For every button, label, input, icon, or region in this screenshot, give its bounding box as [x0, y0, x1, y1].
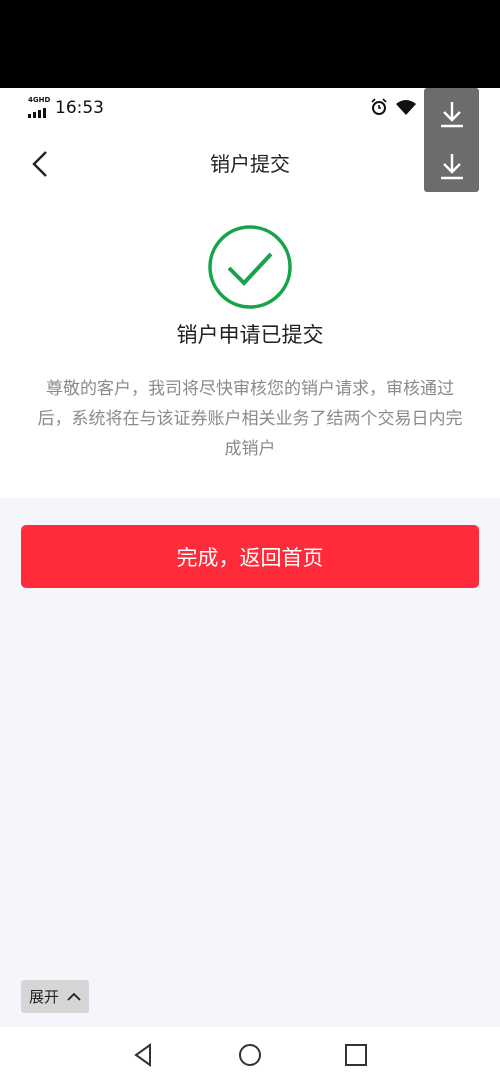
chevron-up-icon — [67, 992, 81, 1001]
nav-back-icon[interactable] — [130, 1041, 158, 1069]
top-black-bar — [0, 0, 500, 88]
expand-label: 展开 — [29, 988, 60, 1006]
network-type: 4GHD — [28, 96, 51, 104]
expand-button[interactable]: 展开 — [21, 980, 90, 1013]
download-button[interactable] — [424, 140, 479, 192]
download-panel — [424, 88, 479, 192]
alarm-icon — [371, 98, 387, 115]
nav-recents-icon[interactable] — [342, 1041, 370, 1069]
result-title: 销户申请已提交 — [176, 323, 324, 347]
wifi-icon — [396, 100, 416, 115]
status-time: 16:53 — [55, 98, 104, 118]
download-button[interactable] — [424, 88, 479, 140]
system-nav-bar — [0, 1027, 500, 1083]
download-icon — [440, 102, 463, 128]
nav-home-icon[interactable] — [236, 1041, 264, 1069]
done-return-home-button[interactable]: 完成，返回首页 — [21, 525, 479, 588]
check-circle-icon — [208, 225, 292, 309]
result-panel: 销户申请已提交 尊敬的客户，我司将尽快审核您的销户请求，审核通过后，系统将在与该… — [0, 194, 500, 498]
signal-icon: 4GHD — [28, 96, 50, 118]
result-description: 尊敬的客户，我司将尽快审核您的销户请求，审核通过后，系统将在与该证券账户相关业务… — [37, 379, 463, 459]
download-icon — [440, 154, 463, 180]
